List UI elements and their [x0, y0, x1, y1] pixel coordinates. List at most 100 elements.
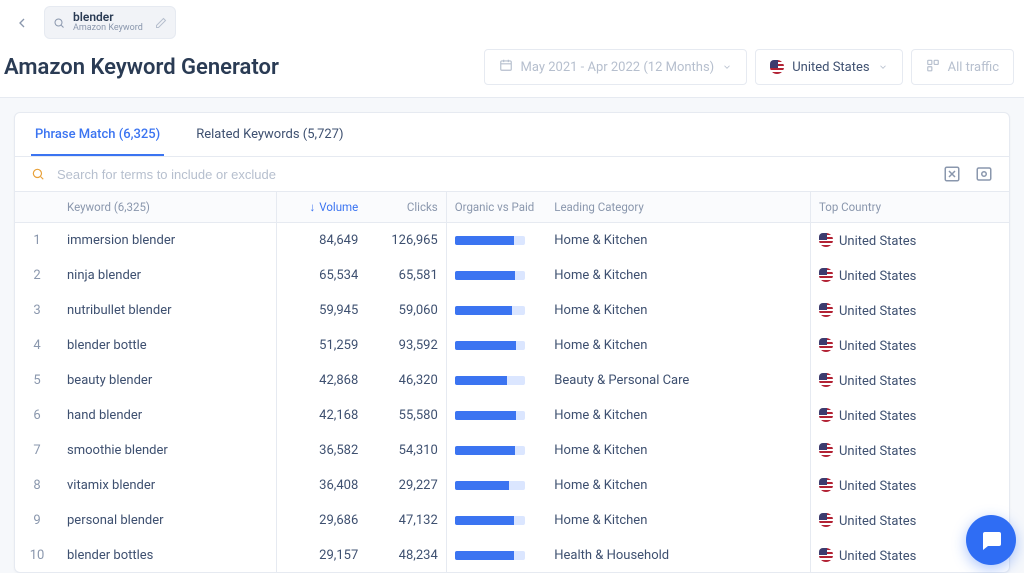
date-range-picker[interactable]: May 2021 - Apr 2022 (12 Months) — [484, 49, 748, 85]
keyword-subtitle: Amazon Keyword — [73, 24, 143, 34]
flag-us-icon — [819, 373, 833, 387]
row-category: Home & Kitchen — [546, 398, 810, 433]
traffic-label: All traffic — [948, 60, 999, 75]
row-keyword: ninja blender — [59, 258, 276, 293]
table-row[interactable]: 10blender bottles29,15748,234Health & Ho… — [15, 538, 1009, 572]
table-row[interactable]: 9personal blender29,68647,132 Home & Kitc… — [15, 503, 1009, 538]
row-category: Home & Kitchen — [546, 433, 810, 468]
pencil-icon[interactable] — [155, 17, 167, 29]
row-country: United States — [810, 293, 1009, 328]
table-wrap[interactable]: Keyword (6,325) ↓Volume Clicks Organic v… — [15, 192, 1009, 572]
row-volume: 36,408 — [276, 468, 366, 503]
row-clicks: 47,132 — [366, 503, 446, 538]
flag-us-icon — [819, 233, 833, 247]
back-button[interactable] — [10, 11, 34, 35]
table-row[interactable]: 4blender bottle51,25993,592Home & Kitche… — [15, 328, 1009, 363]
tab-related-keywords[interactable]: Related Keywords (5,727) — [192, 113, 347, 156]
col-clicks[interactable]: Clicks — [366, 192, 446, 223]
filter-input[interactable] — [55, 166, 415, 183]
row-clicks: 59,060 — [366, 293, 446, 328]
row-organic-vs-paid — [446, 223, 546, 259]
country-picker[interactable]: United States — [755, 49, 902, 85]
row-country: United States — [810, 468, 1009, 503]
table-row[interactable]: 5beauty blender42,86846,320 Beauty & Pers… — [15, 363, 1009, 398]
row-organic-vs-paid — [446, 503, 546, 538]
traffic-picker[interactable]: All traffic — [911, 49, 1014, 85]
row-volume: 29,157 — [276, 538, 366, 572]
keyword-pill[interactable]: blender Amazon Keyword — [44, 6, 176, 39]
row-index: 5 — [15, 363, 59, 398]
row-keyword: immersion blender — [59, 223, 276, 259]
row-organic-vs-paid — [446, 538, 546, 572]
row-index: 7 — [15, 433, 59, 468]
row-index: 9 — [15, 503, 59, 538]
row-volume: 65,534 — [276, 258, 366, 293]
table-row[interactable]: 7smoothie blender36,58254,310Home & Kitc… — [15, 433, 1009, 468]
row-volume: 29,686 — [276, 503, 366, 538]
row-index: 10 — [15, 538, 59, 572]
tabs: Phrase Match (6,325) Related Keywords (5… — [15, 113, 1009, 157]
row-index: 1 — [15, 223, 59, 259]
row-volume: 36,582 — [276, 433, 366, 468]
row-clicks: 48,234 — [366, 538, 446, 572]
action-icons — [943, 165, 993, 183]
row-category: Home & Kitchen — [546, 293, 810, 328]
row-keyword: hand blender — [59, 398, 276, 433]
col-organic-vs-paid[interactable]: Organic vs Paid — [446, 192, 546, 223]
chevron-down-icon — [722, 62, 732, 72]
row-volume: 59,945 — [276, 293, 366, 328]
table-row[interactable]: 8vitamix blender36,40829,227Home & Kitch… — [15, 468, 1009, 503]
settings-button[interactable] — [975, 165, 993, 183]
row-volume: 42,868 — [276, 363, 366, 398]
row-organic-vs-paid — [446, 363, 546, 398]
row-clicks: 46,320 — [366, 363, 446, 398]
flag-us-icon — [819, 303, 833, 317]
row-category: Beauty & Personal Care — [546, 363, 810, 398]
row-organic-vs-paid — [446, 328, 546, 363]
row-keyword: personal blender — [59, 503, 276, 538]
col-top-country[interactable]: Top Country — [810, 192, 1009, 223]
col-leading-category[interactable]: Leading Category — [546, 192, 810, 223]
main-shell: Phrase Match (6,325) Related Keywords (5… — [0, 98, 1024, 573]
row-index: 2 — [15, 258, 59, 293]
row-category: Home & Kitchen — [546, 328, 810, 363]
table-row[interactable]: 6hand blender42,16855,580Home & KitchenU… — [15, 398, 1009, 433]
flag-us-icon — [819, 478, 833, 492]
row-category: Home & Kitchen — [546, 503, 810, 538]
row-clicks: 65,581 — [366, 258, 446, 293]
chat-icon — [979, 528, 1003, 552]
keywords-table: Keyword (6,325) ↓Volume Clicks Organic v… — [15, 192, 1009, 572]
row-country: United States — [810, 433, 1009, 468]
col-keyword[interactable]: Keyword (6,325) — [59, 192, 276, 223]
row-clicks: 54,310 — [366, 433, 446, 468]
row-clicks: 55,580 — [366, 398, 446, 433]
calendar-icon — [499, 58, 513, 76]
row-organic-vs-paid — [446, 293, 546, 328]
row-index: 4 — [15, 328, 59, 363]
search-icon — [31, 167, 45, 181]
tab-phrase-match[interactable]: Phrase Match (6,325) — [31, 113, 164, 156]
row-organic-vs-paid — [446, 398, 546, 433]
table-row[interactable]: 3nutribullet blender59,94559,060Home & K… — [15, 293, 1009, 328]
row-country: United States — [810, 223, 1009, 259]
chevron-down-icon — [878, 62, 888, 72]
flag-us-icon — [819, 408, 833, 422]
row-keyword: nutribullet blender — [59, 293, 276, 328]
row-country: United States — [810, 398, 1009, 433]
results-panel: Phrase Match (6,325) Related Keywords (5… — [14, 112, 1010, 573]
table-row[interactable]: 1immersion blender84,649126,965Home & Ki… — [15, 223, 1009, 259]
table-row[interactable]: 2ninja blender65,53465,581Home & Kitchen… — [15, 258, 1009, 293]
header-controls: May 2021 - Apr 2022 (12 Months) United S… — [476, 49, 1015, 85]
row-keyword: beauty blender — [59, 363, 276, 398]
topbar: blender Amazon Keyword — [0, 0, 1024, 45]
col-volume[interactable]: ↓Volume — [276, 192, 366, 223]
chat-button[interactable] — [966, 515, 1016, 565]
page-title: Amazon Keyword Generator — [4, 55, 279, 80]
export-excel-button[interactable] — [943, 165, 961, 183]
flag-us-icon — [770, 60, 784, 74]
row-keyword: blender bottle — [59, 328, 276, 363]
row-category: Home & Kitchen — [546, 223, 810, 259]
row-organic-vs-paid — [446, 258, 546, 293]
row-volume: 51,259 — [276, 328, 366, 363]
col-volume-label: Volume — [319, 200, 358, 214]
